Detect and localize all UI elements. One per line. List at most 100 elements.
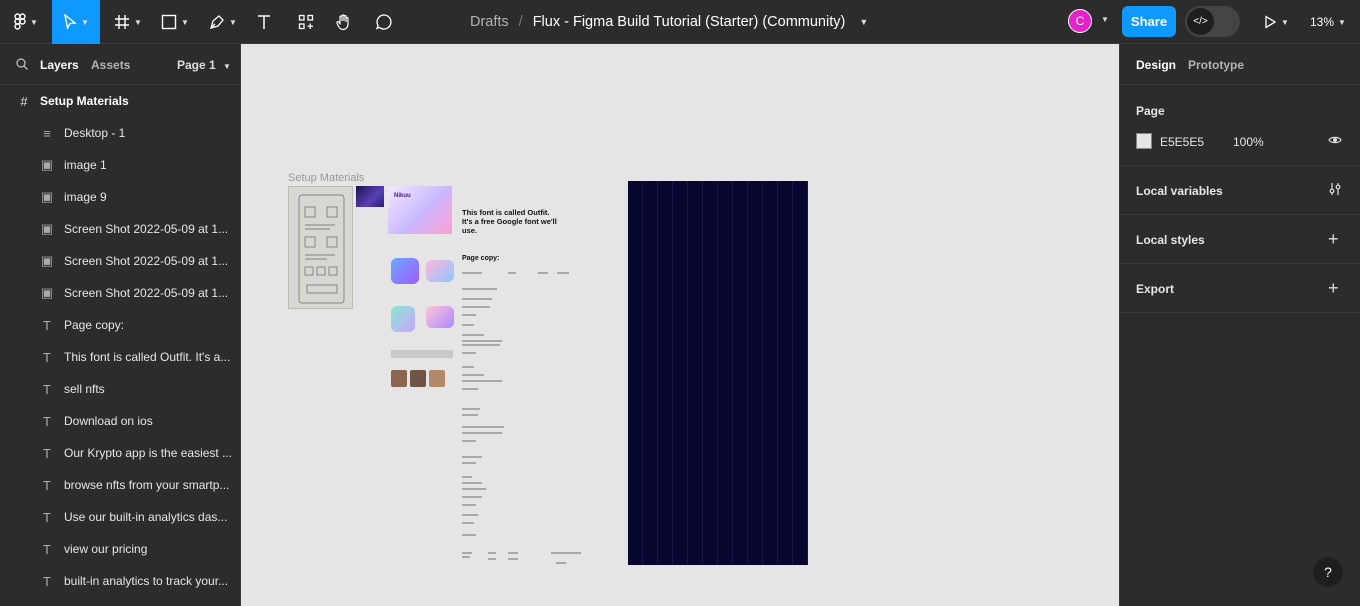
layer-row[interactable]: T Use our built-in analytics das... xyxy=(0,501,240,533)
help-button[interactable]: ? xyxy=(1313,557,1343,587)
export-label: Export xyxy=(1136,282,1175,296)
pen-tool-button[interactable]: ▼ xyxy=(203,0,243,44)
text-line xyxy=(551,552,581,554)
eye-icon[interactable] xyxy=(1328,134,1342,149)
font-note-text[interactable]: This font is called Outfit. It's a free … xyxy=(462,208,562,235)
text-layer-icon: T xyxy=(43,477,51,493)
layer-row[interactable]: T Our Krypto app is the easiest ... xyxy=(0,437,240,469)
image-thumbnail[interactable] xyxy=(356,186,384,207)
breadcrumb: Drafts / Flux - Figma Build Tutorial (St… xyxy=(470,0,868,44)
tab-assets[interactable]: Assets xyxy=(91,58,130,72)
chevron-down-icon: ▼ xyxy=(30,17,38,27)
hand-tool-button[interactable] xyxy=(330,0,358,44)
text-line xyxy=(462,504,476,506)
text-line xyxy=(508,552,518,554)
layer-row[interactable]: ▣ Screen Shot 2022-05-09 at 1... xyxy=(0,277,240,309)
frame-label[interactable]: Setup Materials xyxy=(288,172,364,184)
nikuu-screenshot[interactable]: Nikuu xyxy=(388,186,452,234)
frame-tool-icon xyxy=(115,15,130,29)
actions-icon xyxy=(298,14,314,30)
file-menu-chevron-icon[interactable]: ▼ xyxy=(859,17,868,27)
chevron-down-icon[interactable]: ▼ xyxy=(1101,15,1109,24)
text-line xyxy=(462,272,482,274)
text-tool-button[interactable] xyxy=(250,0,278,44)
zoom-menu[interactable]: 13% ▼ xyxy=(1310,0,1346,44)
layer-name: Use our built-in analytics das... xyxy=(64,510,228,524)
text-layer-icon: T xyxy=(43,381,51,397)
nikuu-label: Nikuu xyxy=(394,193,411,199)
move-tool-button[interactable]: ▼ xyxy=(52,0,100,44)
illustration-image[interactable] xyxy=(391,306,415,332)
file-name[interactable]: Flux - Figma Build Tutorial (Starter) (C… xyxy=(533,14,846,30)
properties-panel: Design Prototype Page E5E5E5 100% Local … xyxy=(1119,44,1360,606)
local-variables-section[interactable]: Local variables xyxy=(1120,166,1360,215)
add-style-icon[interactable]: + xyxy=(1328,230,1339,248)
comment-button[interactable] xyxy=(370,0,398,44)
layer-row[interactable]: # Setup Materials xyxy=(0,85,240,117)
page-color-value[interactable]: E5E5E5 xyxy=(1160,135,1204,149)
avatar-image[interactable] xyxy=(391,370,407,387)
illustration-image[interactable] xyxy=(426,306,454,328)
text-line xyxy=(462,344,500,346)
avatar-image[interactable] xyxy=(429,370,445,387)
text-line xyxy=(462,324,474,326)
layer-row[interactable]: T This font is called Outfit. It's a... xyxy=(0,341,240,373)
tab-design[interactable]: Design xyxy=(1136,58,1176,72)
text-line xyxy=(462,306,490,308)
screenshot-strip[interactable] xyxy=(391,350,453,358)
desktop-frame[interactable] xyxy=(628,181,808,565)
page-color-swatch[interactable] xyxy=(1136,133,1152,149)
text-layer-icon: T xyxy=(43,413,51,429)
layer-row[interactable]: ▣ Screen Shot 2022-05-09 at 1... xyxy=(0,213,240,245)
layer-row[interactable]: ▣ image 9 xyxy=(0,181,240,213)
layer-row[interactable]: Tsell nfts xyxy=(0,373,240,405)
comment-icon xyxy=(375,14,392,30)
frame-tool-button[interactable]: ▼ xyxy=(108,0,148,44)
layer-name: Download on ios xyxy=(64,414,153,428)
layer-name: This font is called Outfit. It's a... xyxy=(64,350,231,364)
layer-row[interactable]: ≡ Desktop - 1 xyxy=(0,117,240,149)
layer-row[interactable]: Tbrowse nfts from your smartp... xyxy=(0,469,240,501)
layer-row[interactable]: T Page copy: xyxy=(0,309,240,341)
layer-name: built-in analytics to track your... xyxy=(64,574,229,588)
layer-row[interactable]: T Download on ios xyxy=(0,405,240,437)
image-icon: ▣ xyxy=(40,157,54,172)
canvas[interactable]: Setup Materials Nikuu This font is calle… xyxy=(241,44,1119,606)
search-icon[interactable] xyxy=(16,58,28,73)
shape-tool-button[interactable]: ▼ xyxy=(155,0,195,44)
text-line xyxy=(462,514,478,516)
actions-button[interactable] xyxy=(292,0,320,44)
tab-prototype[interactable]: Prototype xyxy=(1188,58,1244,72)
add-export-icon[interactable]: + xyxy=(1328,279,1339,297)
export-section[interactable]: Export + xyxy=(1120,264,1360,313)
figma-menu-button[interactable]: ▼ xyxy=(8,0,44,44)
text-line xyxy=(556,562,566,564)
layer-row[interactable]: Tbuilt-in analytics to track your... xyxy=(0,565,240,597)
tab-layers[interactable]: Layers xyxy=(40,58,79,72)
layer-row[interactable]: Tview our pricing xyxy=(0,533,240,565)
local-styles-section[interactable]: Local styles + xyxy=(1120,215,1360,264)
breadcrumb-drafts[interactable]: Drafts xyxy=(470,14,509,30)
layer-row[interactable]: ▣ image 1 xyxy=(0,149,240,181)
page-copy-heading[interactable]: Page copy: xyxy=(462,255,499,262)
illustration-image[interactable] xyxy=(426,260,454,282)
variables-icon[interactable] xyxy=(1328,182,1342,199)
image-icon: ▣ xyxy=(40,253,54,268)
page-selector-label: Page 1 xyxy=(177,58,216,72)
wireframe-sketch-image[interactable] xyxy=(288,186,353,309)
present-button[interactable]: ▼ xyxy=(1258,0,1294,44)
layer-name: browse nfts from your smartp... xyxy=(64,478,230,492)
layer-name: Screen Shot 2022-05-09 at 1... xyxy=(64,254,229,268)
text-line xyxy=(462,426,504,428)
image-icon: ▣ xyxy=(40,189,54,204)
page-section: Page E5E5E5 100% xyxy=(1120,85,1360,166)
layer-row[interactable]: ▣ Screen Shot 2022-05-09 at 1... xyxy=(0,245,240,277)
illustration-image[interactable] xyxy=(391,258,419,284)
page-opacity-value[interactable]: 100% xyxy=(1233,135,1264,149)
page-selector[interactable]: Page 1 ▼ xyxy=(177,58,231,72)
avatar[interactable]: C xyxy=(1068,9,1092,33)
dev-mode-toggle[interactable]: </> xyxy=(1185,6,1240,37)
layer-name: image 9 xyxy=(64,190,107,204)
share-button[interactable]: Share xyxy=(1122,6,1176,37)
avatar-image[interactable] xyxy=(410,370,426,387)
